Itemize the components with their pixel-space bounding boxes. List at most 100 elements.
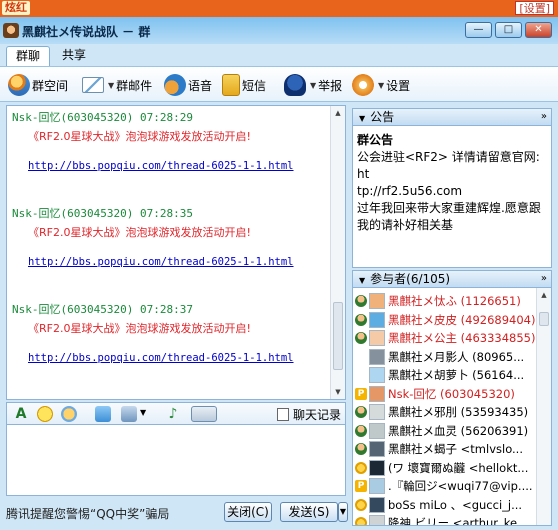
maximize-button[interactable]: □ (495, 22, 522, 38)
music-icon[interactable]: ♪ (165, 406, 181, 422)
report-dropdown-icon[interactable]: ▼ (310, 81, 316, 90)
member-item[interactable]: 黑麒社メ月影人 (80965... (355, 348, 535, 366)
member-avatar[interactable] (369, 293, 385, 309)
report-label: 举报 (318, 78, 343, 93)
scroll-up-icon[interactable]: ▲ (537, 288, 551, 302)
report-button[interactable]: ▼ 举报 (284, 72, 342, 98)
mail-icon (82, 77, 104, 93)
screenshot-icon[interactable] (121, 406, 137, 422)
member-item[interactable]: 黑麒社メ公主 (463334855) (355, 329, 535, 347)
voice-label: 语音 (188, 78, 213, 93)
member-item[interactable]: 黑麒社メ血灵 (56206391) (355, 422, 535, 440)
no-badge-icon (355, 369, 367, 381)
sms-icon (222, 74, 240, 96)
report-icon (284, 74, 306, 96)
expand-members-icon[interactable]: » (541, 271, 547, 287)
star-badge-icon (355, 461, 367, 474)
expand-notice-icon[interactable]: » (541, 109, 547, 125)
minimize-button[interactable]: — (465, 22, 492, 38)
members-header[interactable]: ▼ 参与者(6/105) » (352, 270, 552, 288)
member-name: .『輪回ジ<wuqi77@vip.... (388, 479, 533, 493)
member-item[interactable]: P .『輪回ジ<wuqi77@vip.... (355, 477, 535, 495)
tab-group-chat[interactable]: 群聊 (6, 46, 50, 66)
send-picture-icon[interactable] (95, 406, 111, 422)
group-space-button[interactable]: 群空间 (8, 72, 68, 98)
block-messages-icon[interactable] (191, 406, 217, 422)
voice-button[interactable]: 语音 (164, 72, 212, 98)
admin-badge-icon (355, 295, 367, 307)
ad-settings-button[interactable]: [设置] (515, 1, 554, 15)
member-item[interactable]: 黑麒社メ胡萝卜 (56164... (355, 366, 535, 384)
member-list[interactable]: 黑麒社メ忲ふ (1126651) 黑麒社メ皮皮 (492689404) 黑麒社メ公主… (352, 288, 552, 526)
member-item[interactable]: (ワ 壞寶爾ぬ龖 <hellokt... (355, 459, 535, 477)
close-window-button[interactable]: ✕ (525, 22, 552, 38)
chat-history-label: 聊天记录 (292, 408, 341, 422)
member-avatar[interactable] (369, 330, 385, 346)
member-avatar[interactable] (369, 496, 385, 513)
settings-dropdown-icon[interactable]: ▼ (378, 81, 384, 90)
emoticon-icon[interactable] (37, 406, 53, 422)
sms-button[interactable]: 短信 (222, 72, 266, 98)
member-scrollbar[interactable]: ▲ (536, 288, 551, 525)
member-avatar[interactable] (369, 478, 385, 494)
title-bar[interactable]: 黑麒社メ传说战队 － 群 — □ ✕ (0, 17, 558, 44)
screenshot-dropdown-icon[interactable]: ▼ (140, 408, 146, 417)
member-name: 黑麒社メ月影人 (80965... (388, 349, 525, 364)
members-header-label: 参与者(6/105) (370, 272, 451, 286)
magic-emoticon-icon[interactable] (61, 406, 77, 422)
member-item[interactable]: 黑麒社メ皮皮 (492689404) (355, 311, 535, 329)
member-name: 黑麒社メ皮皮 (492689404) (388, 312, 535, 327)
member-avatar[interactable] (369, 404, 385, 420)
chat-scrollbar[interactable]: ▲ ▼ (330, 106, 345, 399)
member-avatar[interactable] (369, 515, 385, 525)
member-avatar[interactable] (369, 441, 385, 457)
scroll-up-icon[interactable]: ▲ (331, 106, 345, 120)
settings-button[interactable]: ▼ 设置 (352, 72, 410, 98)
member-avatar[interactable] (369, 385, 385, 402)
send-button[interactable]: 发送(S) (280, 502, 338, 522)
collapse-icon: ▼ (359, 276, 366, 285)
notice-line: 过年我回来带大家重建辉煌.愿意跟 (357, 201, 541, 215)
send-options-icon[interactable]: ▼ (338, 502, 348, 522)
member-scroll-thumb[interactable] (539, 312, 549, 326)
close-button[interactable]: 关闭(C) (224, 502, 272, 522)
chat-history[interactable]: Nsk-回忆(603045320) 07:28:29 《RF2.0星球大战》泡泡… (6, 105, 346, 400)
security-tip[interactable]: 腾讯提醒您警惕“QQ中奖”骗局 (6, 505, 169, 522)
notice-body: 群公告 公会进驻<RF2> 详情请留意官网:ht tp://rf2.5u56.c… (352, 126, 552, 268)
member-item[interactable]: 黑麒社メ蝎子 <tmlvslo... (355, 440, 535, 458)
scroll-down-icon[interactable]: ▼ (331, 385, 345, 399)
member-avatar[interactable] (369, 367, 385, 383)
notice-header-label: 公告 (370, 110, 395, 124)
message-link[interactable]: http://bbs.popqiu.com/thread-6025-1-1.ht… (28, 256, 332, 268)
member-name: (ワ 壞寶爾ぬ龖 <hellokt... (388, 460, 529, 475)
font-icon[interactable]: A (13, 406, 29, 422)
message-link[interactable]: http://bbs.popqiu.com/thread-6025-1-1.ht… (28, 160, 332, 172)
ad-brand-label[interactable]: 炫红 (2, 1, 30, 15)
message-input[interactable] (6, 424, 346, 496)
member-avatar[interactable] (369, 459, 385, 476)
member-avatar[interactable] (369, 311, 385, 328)
chat-message: Nsk-回忆(603045320) 07:28:37 《RF2.0星球大战》泡泡… (12, 301, 332, 364)
group-mail-button[interactable]: ▼ 群邮件 (82, 72, 152, 98)
notice-header[interactable]: ▼ 公告 » (352, 108, 552, 126)
member-item[interactable]: boSs miLo 、<gucci_j... (355, 496, 535, 514)
chat-history-button[interactable]: 聊天记录 (276, 406, 341, 423)
admin-badge-icon (355, 443, 367, 455)
chat-scroll-thumb[interactable] (333, 302, 343, 370)
tab-share[interactable]: 共享 (56, 46, 92, 66)
message-sender: Nsk-回忆(603045320) 07:28:37 (12, 303, 193, 316)
message-link[interactable]: http://bbs.popqiu.com/thread-6025-1-1.ht… (28, 352, 332, 364)
settings-label: 设置 (386, 78, 411, 93)
mail-dropdown-icon[interactable]: ▼ (108, 81, 114, 90)
admin-badge-icon (355, 424, 367, 437)
member-name: 黑麒社メ蝎子 <tmlvslo... (388, 442, 523, 456)
message-text: 《RF2.0星球大战》泡泡球游戏发放活动开启! (28, 322, 251, 335)
member-item[interactable]: P Nsk-回忆 (603045320) (355, 385, 535, 403)
member-avatar[interactable] (369, 422, 385, 439)
member-item[interactable]: 降神 ビリー <arthur_ke... (355, 514, 535, 526)
member-name: 降神 ビリー <arthur_ke... (388, 516, 529, 526)
notice-line: 我的请补好相关基 (357, 218, 454, 232)
member-item[interactable]: 黑麒社メ邪刖 (53593435) (355, 403, 535, 421)
member-avatar[interactable] (369, 348, 385, 365)
member-item[interactable]: 黑麒社メ忲ふ (1126651) (355, 292, 535, 310)
